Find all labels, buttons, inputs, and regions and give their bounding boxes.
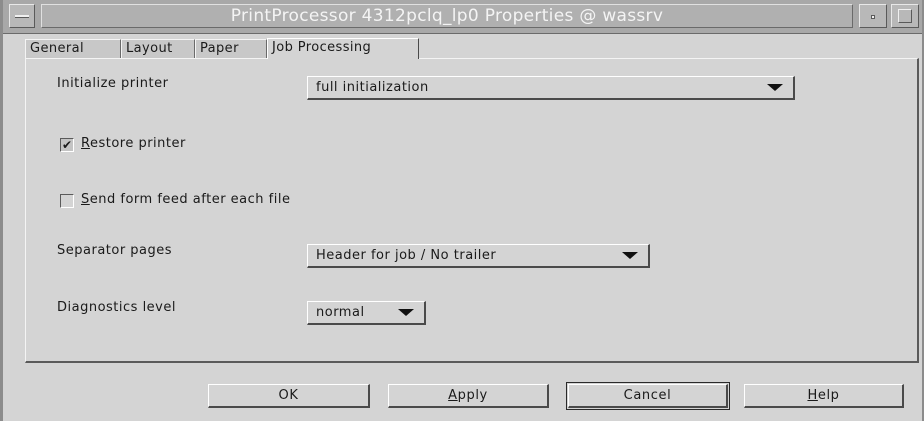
tab-job-processing[interactable]: Job Processing — [267, 38, 419, 59]
tab-paper[interactable]: Paper — [195, 39, 267, 58]
minimize-icon — [871, 15, 875, 19]
properties-dialog: PrintProcessor 4312pclq_lp0 Properties @… — [0, 0, 924, 421]
window-menu-icon — [15, 15, 29, 18]
restore-printer-label[interactable]: Restore printer — [81, 136, 186, 151]
restore-printer-checkbox[interactable]: ✔ — [60, 138, 74, 152]
help-button[interactable]: Help — [744, 384, 904, 408]
tab-general[interactable]: General — [25, 39, 121, 58]
maximize-button[interactable] — [891, 4, 919, 28]
initialize-printer-value: full initialization — [316, 80, 429, 95]
dropdown-arrow-icon — [398, 309, 414, 316]
title-bar[interactable]: PrintProcessor 4312pclq_lp0 Properties @… — [3, 0, 922, 34]
apply-button[interactable]: Apply — [388, 384, 549, 408]
diagnostics-level-value: normal — [316, 305, 365, 320]
tab-layout[interactable]: Layout — [121, 39, 195, 58]
separator-pages-select[interactable]: Header for job / No trailer — [307, 244, 650, 268]
checkmark-icon: ✔ — [61, 138, 73, 152]
diagnostics-level-label: Diagnostics level — [57, 300, 176, 315]
separator-pages-value: Header for job / No trailer — [316, 248, 497, 263]
diagnostics-level-select[interactable]: normal — [307, 301, 426, 325]
dropdown-arrow-icon — [767, 84, 783, 91]
job-processing-panel: Initialize printer full initialization ✔… — [25, 58, 919, 363]
minimize-button[interactable] — [859, 4, 887, 28]
dropdown-arrow-icon — [622, 252, 638, 259]
window-title: PrintProcessor 4312pclq_lp0 Properties @… — [41, 4, 853, 28]
send-form-feed-checkbox[interactable] — [60, 194, 74, 208]
send-form-feed-label[interactable]: Send form feed after each file — [81, 192, 290, 207]
maximize-icon — [898, 9, 912, 23]
cancel-button[interactable]: Cancel — [566, 382, 730, 410]
initialize-printer-select[interactable]: full initialization — [307, 76, 795, 100]
ok-button[interactable]: OK — [208, 384, 370, 408]
initialize-printer-label: Initialize printer — [57, 76, 169, 91]
window-menu-button[interactable] — [9, 4, 35, 28]
separator-pages-label: Separator pages — [57, 243, 173, 258]
